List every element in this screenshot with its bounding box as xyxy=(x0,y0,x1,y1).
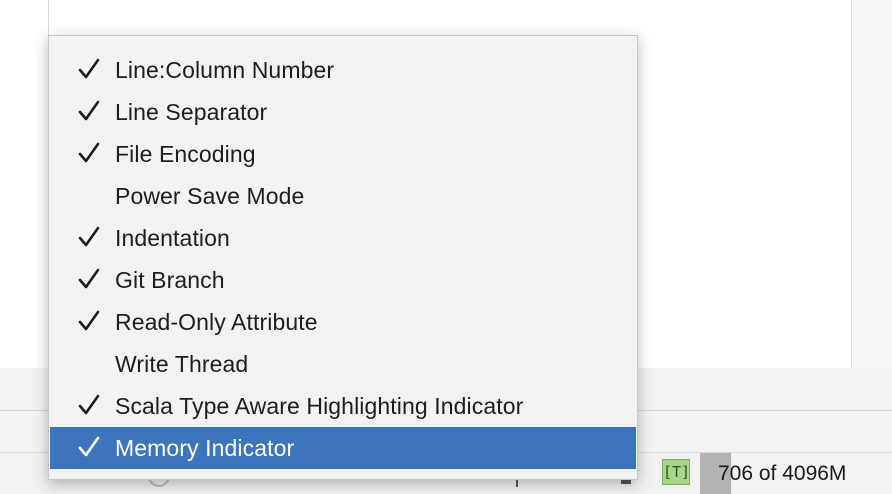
menu-item-line-column-number[interactable]: Line:Column Number xyxy=(50,49,636,91)
menu-item-label: Power Save Mode xyxy=(115,183,305,209)
menu-item-label: Indentation xyxy=(115,225,230,251)
menu-item-label: Write Thread xyxy=(115,351,249,377)
menu-item-file-encoding[interactable]: File Encoding xyxy=(50,133,636,175)
menu-item-label: Read-Only Attribute xyxy=(115,309,318,335)
menu-item-memory-indicator[interactable]: Memory Indicator xyxy=(50,427,636,469)
checkmark-icon xyxy=(78,142,100,163)
checkmark-icon xyxy=(78,268,100,289)
menu-item-label: Line Separator xyxy=(115,99,268,125)
checkmark-icon xyxy=(78,226,100,247)
checkmark-icon xyxy=(78,100,100,121)
checkmark-icon xyxy=(78,394,100,415)
editor-left-margin xyxy=(0,0,48,368)
statusbar-widgets-menu: Line:Column Number Line Separator File Enc… xyxy=(48,35,638,480)
scala-highlighting-badge[interactable]: [T] xyxy=(662,459,690,485)
checkmark-icon xyxy=(78,310,100,331)
menu-item-read-only-attribute[interactable]: Read-Only Attribute xyxy=(50,301,636,343)
right-tool-strip xyxy=(851,0,892,410)
menu-item-power-save-mode[interactable]: Power Save Mode xyxy=(50,175,636,217)
checkmark-icon xyxy=(78,436,100,457)
memory-indicator-label: 706 of 4096M xyxy=(718,462,847,485)
menu-item-label: Line:Column Number xyxy=(115,57,335,83)
memory-indicator[interactable]: 706 of 4096M xyxy=(700,453,882,494)
menu-item-indentation[interactable]: Indentation xyxy=(50,217,636,259)
menu-item-label: Scala Type Aware Highlighting Indicator xyxy=(115,393,524,419)
menu-item-line-separator[interactable]: Line Separator xyxy=(50,91,636,133)
menu-item-label: File Encoding xyxy=(115,141,256,167)
checkmark-icon xyxy=(78,58,100,79)
menu-item-write-thread[interactable]: Write Thread xyxy=(50,343,636,385)
ide-window: [T] 706 of 4096M Line:Column Number Line … xyxy=(0,0,892,494)
menu-item-label: Git Branch xyxy=(115,267,225,293)
menu-item-label: Memory Indicator xyxy=(115,435,295,461)
menu-item-scala-type-aware-highlighting-indicator[interactable]: Scala Type Aware Highlighting Indicator xyxy=(50,385,636,427)
menu-item-git-branch[interactable]: Git Branch xyxy=(50,259,636,301)
